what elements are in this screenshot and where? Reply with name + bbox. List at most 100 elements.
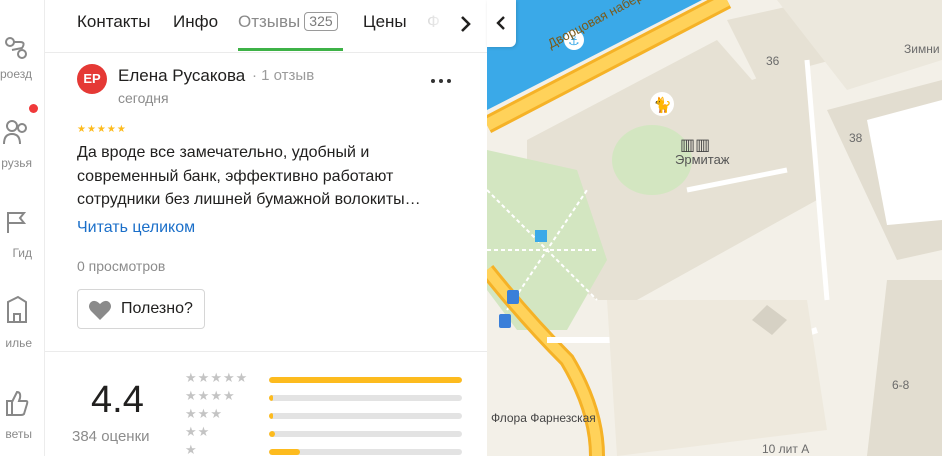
more-dot: [431, 79, 435, 83]
map-label-6-8: 6-8: [892, 378, 910, 392]
star-icon: ★: [236, 388, 249, 403]
rail-label-guide: Гид: [12, 246, 32, 260]
star-icon: ★: [236, 406, 249, 421]
star-icon: ★: [223, 442, 236, 456]
notification-dot: [29, 104, 38, 113]
review-text: Да вроде все замечательно, удобный и сов…: [77, 144, 421, 208]
star-icon: ★: [185, 442, 198, 456]
map-canvas: ⚓ 🐈 ▥▥: [487, 0, 942, 456]
reviews-count-badge: 325: [304, 12, 338, 31]
distribution-track: [269, 377, 462, 383]
star-icon: ★: [185, 424, 198, 439]
rating-distribution-row[interactable]: ★★★★★: [185, 370, 465, 387]
star-icon: ★: [223, 406, 236, 421]
left-rail: роезд рузья Гид илье веты: [0, 0, 45, 456]
tab-reviews-label: Отзывы: [238, 12, 301, 31]
tab-info[interactable]: Инфо: [173, 12, 218, 32]
tab-reviews[interactable]: Отзывы 325: [238, 12, 338, 32]
distribution-stars: ★★★★★: [185, 370, 248, 386]
map-label-zimniy: Зимни: [904, 42, 940, 56]
bus-stop-icon: [499, 314, 511, 328]
review-views: 0 просмотров: [77, 258, 166, 274]
rating-distribution-row[interactable]: ★★★★★: [185, 388, 465, 405]
tab-contacts[interactable]: Контакты: [77, 12, 150, 32]
rating-distribution-row[interactable]: ★★★★★: [185, 406, 465, 423]
rail-item-guide[interactable]: Гид: [0, 205, 44, 265]
distribution-track: [269, 395, 462, 401]
more-dot: [439, 79, 443, 83]
rating-count: 384 оценки: [72, 428, 150, 445]
chevron-left-icon: [496, 16, 505, 30]
collapse-panel-button[interactable]: [487, 0, 516, 47]
star-icon: ★: [235, 370, 249, 385]
distribution-fill: [269, 395, 273, 401]
star-icon: ★: [197, 370, 211, 385]
star-icon: ★: [197, 388, 211, 403]
distribution-stars: ★★★★★: [185, 406, 248, 422]
rating-distribution-row[interactable]: ★★★★★: [185, 442, 465, 456]
distribution-fill: [269, 377, 462, 383]
star-icon: ★: [185, 406, 198, 421]
map-label-hermitage: Эрмитаж: [675, 152, 730, 167]
rail-label-route: роезд: [0, 67, 32, 81]
useful-button[interactable]: Полезно?: [77, 289, 205, 329]
read-more-link[interactable]: Читать целиком: [77, 219, 195, 237]
more-dot: [447, 79, 451, 83]
chevron-right-icon: [461, 16, 471, 32]
more-options-button[interactable]: [427, 70, 455, 92]
map-label-36: 36: [766, 54, 780, 68]
review-author-meta: · 1 отзыв: [252, 67, 315, 84]
review-author[interactable]: Елена Русакова: [118, 66, 245, 86]
map-view[interactable]: ⚓ 🐈 ▥▥ Дворцовая набережная Эрмитаж Флор…: [487, 0, 942, 456]
map-label-flora: Флора Фарнезская: [491, 411, 596, 425]
tab-bar: Контакты Инфо Отзывы325 Цены Ф: [45, 0, 487, 53]
rail-item-route[interactable]: роезд: [0, 28, 44, 88]
map-label-38: 38: [849, 131, 863, 145]
star-icon: ★: [210, 370, 223, 385]
star-icon: ★: [222, 388, 236, 403]
rail-label-housing: илье: [5, 336, 32, 350]
star-icon: ★: [185, 388, 198, 403]
distribution-stars: ★★★★★: [185, 442, 248, 456]
distribution-stars: ★★★★★: [185, 388, 248, 404]
heart-icon: [89, 300, 111, 320]
avatar[interactable]: ЕР: [77, 64, 107, 94]
star-icon: ★: [222, 370, 236, 385]
distribution-track: [269, 449, 462, 455]
distribution-track: [269, 413, 462, 419]
rail-item-friends[interactable]: рузья: [0, 100, 44, 170]
review-stars: ★★★★★: [77, 124, 127, 135]
rating-distribution-row[interactable]: ★★★★★: [185, 424, 465, 441]
star-icon: ★: [197, 424, 211, 439]
star-icon: ★: [210, 406, 223, 421]
distribution-stars: ★★★★★: [185, 424, 248, 440]
rail-label-tips: веты: [5, 427, 32, 441]
housing-icon: [7, 295, 27, 323]
rail-label-friends: рузья: [1, 156, 32, 170]
review-date: сегодня: [118, 90, 169, 106]
bus-stop-icon: [507, 290, 519, 304]
tabs-next-button[interactable]: [453, 12, 477, 36]
star-icon: ★: [210, 388, 223, 403]
route-icon: [5, 37, 27, 59]
distribution-fill: [269, 413, 273, 419]
square: [607, 300, 827, 456]
star-icon: ★: [210, 442, 223, 456]
building-block: [867, 280, 942, 456]
star-icon: ★: [197, 406, 211, 421]
star-icon: ★: [236, 424, 249, 439]
section-divider: [45, 351, 487, 352]
tips-icon: [6, 390, 29, 416]
svg-text:🐈: 🐈: [653, 96, 672, 114]
star-icon: ★: [223, 424, 236, 439]
star-icon: ★: [236, 442, 249, 456]
tab-prices[interactable]: Цены: [363, 12, 407, 32]
star-icon: ★: [198, 442, 211, 456]
star-icon: ★: [185, 370, 198, 385]
place-card-panel: Контакты Инфо Отзывы325 Цены Ф ЕР Елена …: [45, 0, 487, 456]
star-icon: ★: [210, 424, 223, 439]
rail-item-housing[interactable]: илье: [0, 290, 44, 350]
distribution-track: [269, 431, 462, 437]
useful-label: Полезно?: [121, 300, 193, 317]
rail-item-tips[interactable]: веты: [0, 385, 44, 445]
